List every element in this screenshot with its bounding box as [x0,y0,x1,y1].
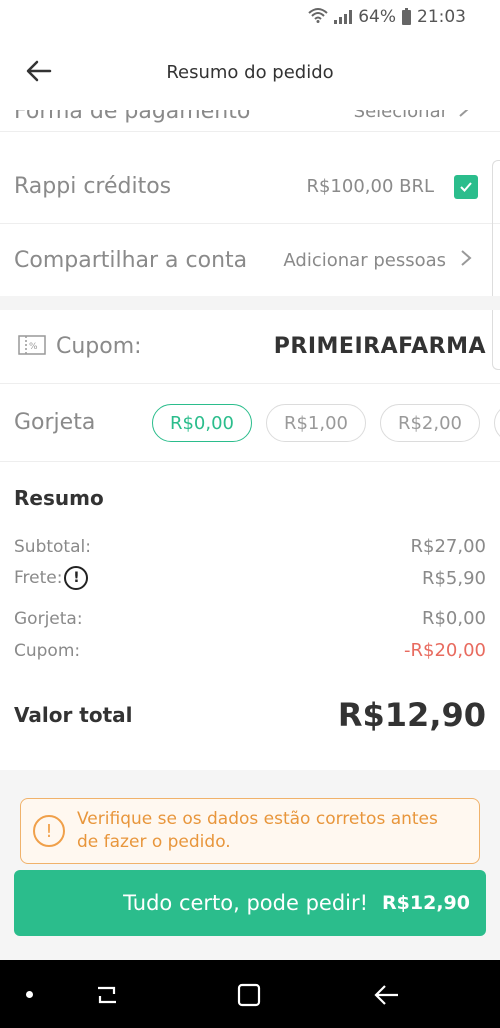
tip-options: R$0,00 R$1,00 R$2,00 [152,404,500,442]
place-order-button[interactable]: Tudo certo, pode pedir! R$12,90 [14,870,486,936]
payment-select-link[interactable]: Selecionar [354,110,448,122]
coupon-icon: % [18,334,46,360]
info-icon[interactable]: ! [64,566,89,590]
signal-icon [334,10,353,24]
payment-method-label: Forma de pagamento [14,110,251,124]
nav-dot-icon [26,991,33,998]
check-icon [460,181,472,192]
summary-value: R$0,00 [421,608,486,629]
credits-amount: R$100,00 BRL [306,176,434,197]
warning-text-line1: Verifique se os dados estão corretos ant… [77,809,438,830]
credits-checkbox[interactable] [454,174,478,199]
share-bill-label: Compartilhar a conta [14,247,248,273]
status-bar: 64% 21:03 [0,0,500,34]
tip-option-1[interactable]: R$1,00 [266,404,366,442]
warning-text-line2: de fazer o pedido. [77,832,231,852]
recent-apps-icon[interactable] [92,980,122,1010]
checkout-footer: ! Verifique se os dados estão corretos a… [0,770,500,960]
svg-text:%: % [29,342,38,352]
share-bill-row[interactable]: Compartilhar a conta Adicionar pessoas [0,224,500,296]
tip-row: Gorjeta R$0,00 R$1,00 R$2,00 [0,384,500,462]
warning-icon: ! [33,815,65,847]
summary-label: Gorjeta: [14,608,83,629]
tip-option-more[interactable] [494,404,500,442]
summary-label: Cupom: [14,640,81,661]
warning-banner: ! Verifique se os dados estão corretos a… [20,798,480,864]
warning-text: Verifique se os dados estão corretos ant… [77,808,438,854]
summary-value: -R$20,00 [404,640,486,661]
summary-label: Subtotal: [14,536,91,557]
total-value: R$12,90 [337,696,486,734]
summary-row-shipping: Frete:! R$5,90 [14,566,486,590]
tip-option-2[interactable]: R$2,00 [380,404,480,442]
summary-value: R$5,90 [421,567,486,589]
rappi-credits-row: Rappi créditos R$100,00 BRL [0,150,500,224]
coupon-label: Cupom: [56,334,142,359]
home-icon[interactable] [234,980,264,1010]
order-summary-content: Forma de pagamento Selecionar Rappi créd… [0,110,500,770]
coupon-code: PRIMEIRAFARMA [273,334,486,359]
page-title: Resumo do pedido [166,61,334,83]
summary-row-coupon: Cupom: -R$20,00 [14,640,486,661]
summary-label: Frete: [14,568,63,588]
chevron-right-icon [458,110,470,123]
coupon-row[interactable]: % Cupom: PRIMEIRAFARMA [0,310,500,384]
battery-icon [402,7,411,25]
section-divider [0,296,500,310]
system-nav-bar [0,960,500,1028]
tip-label: Gorjeta [14,410,96,435]
credits-label: Rappi créditos [14,174,172,199]
summary-row-subtotal: Subtotal: R$27,00 [14,536,486,557]
tip-option-0[interactable]: R$0,00 [152,404,252,442]
place-order-label: Tudo certo, pode pedir! [123,891,369,915]
summary-row-tip: Gorjeta: R$0,00 [14,608,486,629]
summary-value: R$27,00 [410,536,487,557]
back-nav-icon[interactable] [372,980,402,1010]
place-order-price: R$12,90 [382,892,470,914]
clock: 21:03 [417,7,466,27]
chevron-right-icon [460,249,472,272]
summary-title: Resumo [14,486,104,510]
wifi-icon [308,7,328,28]
battery-percent: 64% [358,7,396,27]
total-row: Valor total R$12,90 [14,696,486,734]
back-arrow-icon[interactable] [24,56,54,86]
total-label: Valor total [14,703,133,727]
payment-method-row[interactable]: Forma de pagamento Selecionar [0,110,500,132]
header: Resumo do pedido [0,34,500,110]
add-people-link[interactable]: Adicionar pessoas [283,250,446,271]
